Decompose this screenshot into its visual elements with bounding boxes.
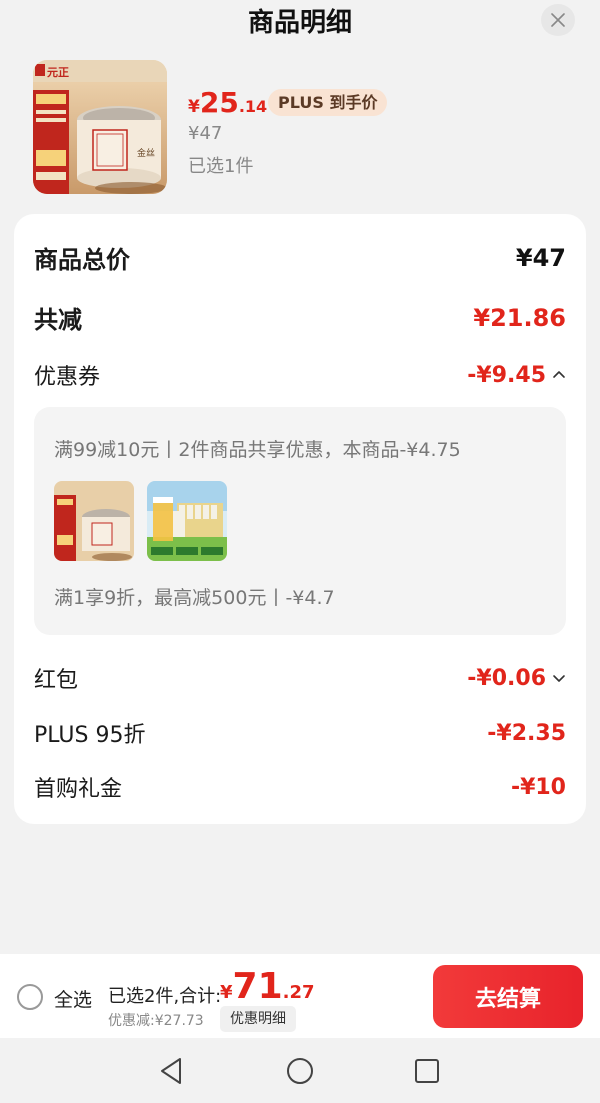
total-price-label: 商品总价 [34, 246, 130, 274]
home-circle-icon[interactable] [283, 1054, 317, 1088]
total-label: 已选2件,合计: [108, 986, 222, 1007]
plus-discount-row: PLUS 95折 -¥2.35 [34, 717, 566, 749]
coupon-label: 优惠券 [34, 365, 101, 390]
coupon-row[interactable]: 优惠券 -¥9.45 [34, 359, 566, 391]
product-price: ¥ 25 .14 [188, 86, 268, 119]
page-title: 商品明细 [247, 8, 352, 38]
coupon-detail-box: 满99减10元丨2件商品共享优惠，本商品-¥4.75 满1享9折，最高减500元… [34, 407, 566, 635]
system-nav-bar [0, 1038, 600, 1103]
first-purchase-gift-row: 首购礼金 -¥10 [34, 771, 566, 803]
coupon-rule-2: 满1享9折，最高减500元丨-¥4.7 [54, 587, 335, 609]
chevron-down-icon [553, 675, 565, 682]
coupon-value: -¥9.45 [467, 362, 546, 388]
red-packet-label: 红包 [34, 668, 79, 693]
back-triangle-icon[interactable] [154, 1054, 188, 1088]
select-all-label[interactable]: 全选 [54, 985, 92, 1012]
select-all-checkbox[interactable] [17, 984, 43, 1010]
coupon-rule-1: 满99减10元丨2件商品共享优惠，本商品-¥4.75 [54, 439, 461, 461]
plus-discount-value: -¥2.35 [487, 720, 566, 746]
checkout-bar: 全选 已选2件,合计: ¥ 71 .27 优惠减:¥27.73 优惠明细 去结算 [0, 954, 600, 1038]
total-price-row: 商品总价 ¥47 [34, 240, 566, 275]
total-amount: ¥ 71 .27 [220, 966, 315, 1007]
recents-square-icon[interactable] [410, 1054, 444, 1088]
red-packet-row[interactable]: 红包 -¥0.06 [34, 662, 566, 694]
product-image[interactable]: 元正 金丝 [33, 60, 167, 194]
close-icon [551, 13, 565, 27]
chevron-up-icon [553, 371, 565, 378]
first-purchase-gift-label: 首购礼金 [34, 777, 123, 802]
checkout-button[interactable]: 去结算 [433, 965, 583, 1028]
total-price-value: ¥47 [515, 243, 566, 272]
price-detail-card: 商品总价 ¥47 共减 ¥21.86 优惠券 -¥9.45 满99减10元丨2件… [14, 214, 586, 824]
total-reduction-value: ¥21.86 [473, 303, 566, 332]
coupon-product-thumb-1[interactable] [54, 481, 134, 561]
discount-detail-button[interactable]: 优惠明细 [220, 1006, 296, 1032]
svg-text:金丝: 金丝 [137, 147, 155, 159]
plus-discount-label: PLUS 95折 [34, 723, 146, 748]
red-packet-value: -¥0.06 [467, 665, 546, 691]
total-reduction-label: 共减 [34, 306, 82, 334]
selected-count: 已选1件 [188, 156, 254, 177]
plus-price-badge: PLUS 到手价 [268, 89, 388, 116]
order-detail-sheet: 商品明细 元正 金丝 ¥ 25 .14 PLUS 到手价 ¥47 已选1件 商品… [0, 0, 600, 1103]
total-reduction-row: 共减 ¥21.86 [34, 300, 566, 335]
sheet-header: 商品明细 [0, 0, 600, 40]
brand-logo-text: 元正 [47, 66, 69, 79]
first-purchase-gift-value: -¥10 [510, 774, 566, 800]
coupon-product-thumb-2[interactable] [147, 481, 227, 561]
original-price: ¥47 [188, 123, 223, 144]
discount-note: 优惠减:¥27.73 [108, 1013, 204, 1029]
close-button[interactable] [541, 4, 575, 36]
